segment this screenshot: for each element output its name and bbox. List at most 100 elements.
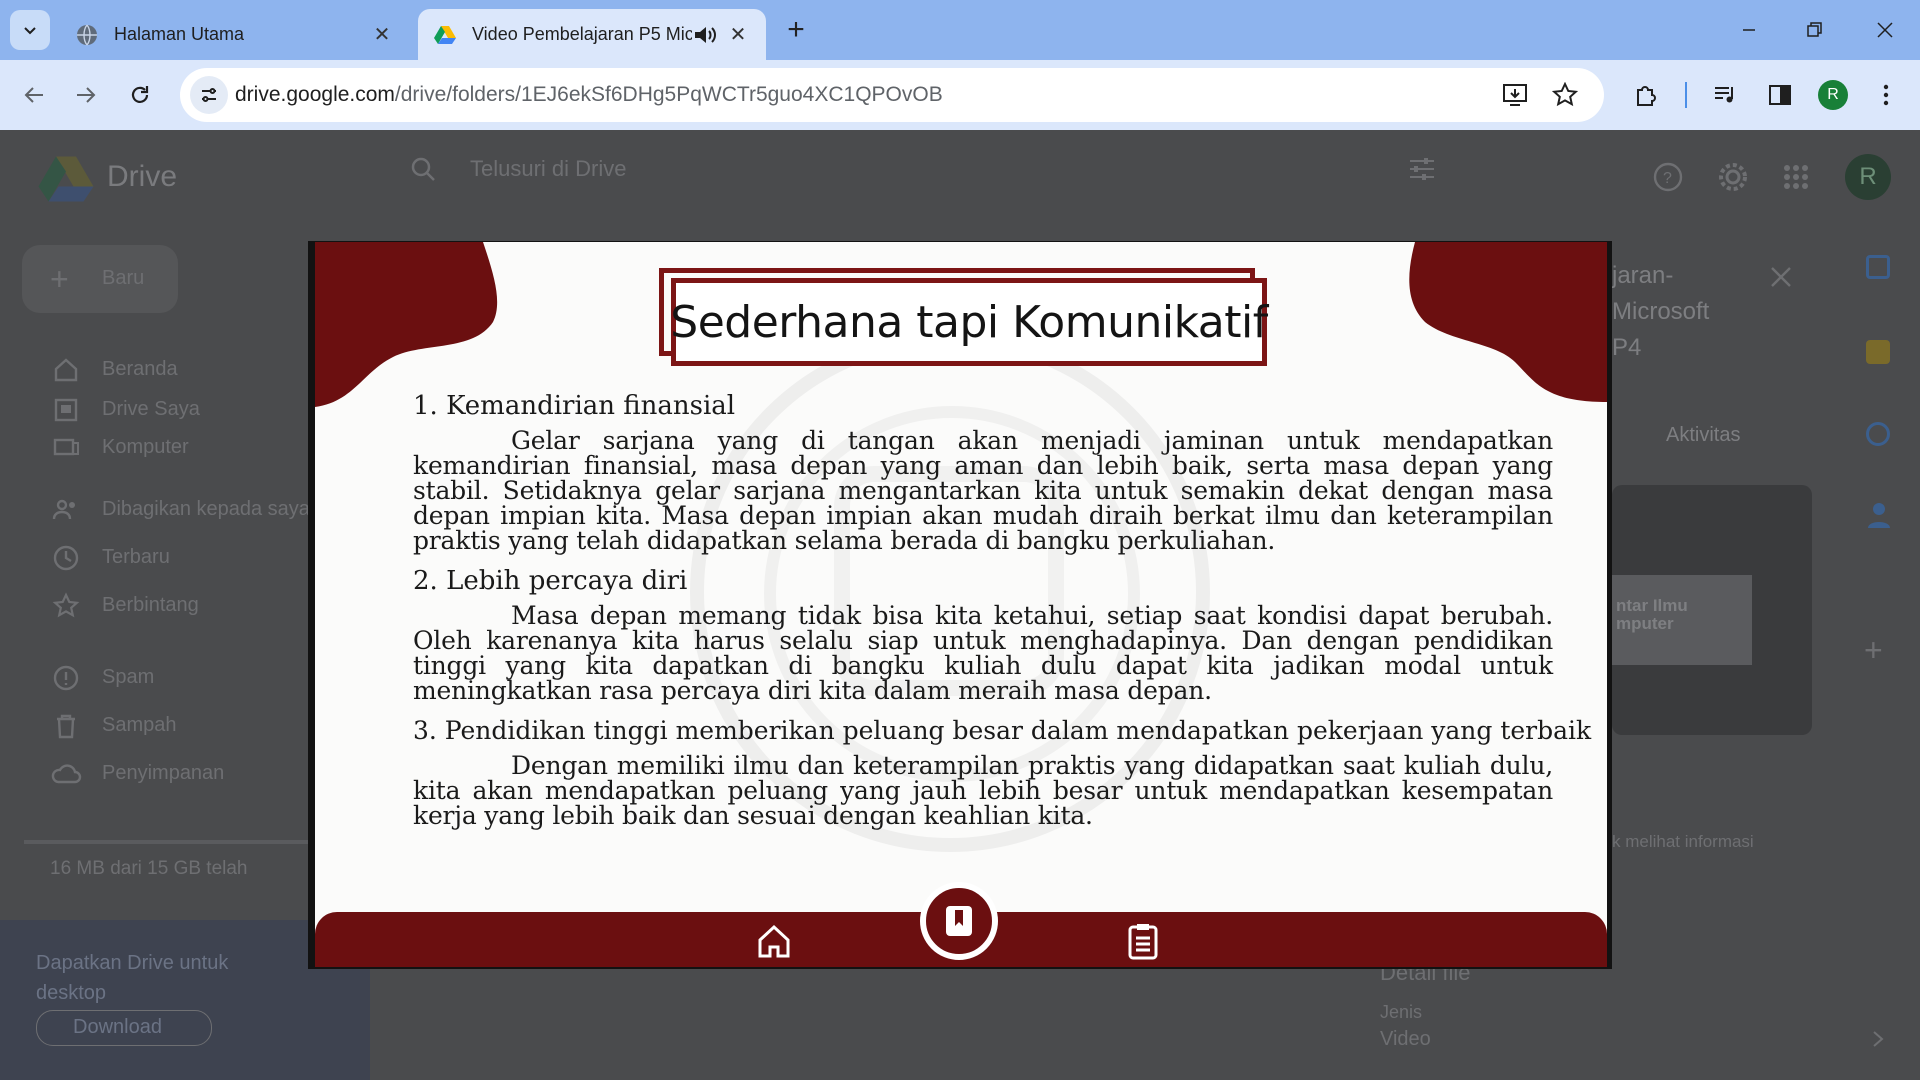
clipboard-icon[interactable]	[1125, 922, 1161, 960]
globe-icon	[77, 24, 97, 45]
minimize-icon	[1743, 29, 1755, 31]
tab-aktivitas[interactable]: Aktivitas	[1666, 424, 1740, 447]
home-icon	[54, 358, 78, 382]
bookmark-button[interactable]	[920, 882, 998, 960]
storage-text: 16 MB dari 15 GB telah	[50, 858, 248, 879]
thumbnail-caption: ntar Ilmu mputer	[1616, 596, 1688, 633]
home-icon[interactable]	[756, 922, 792, 960]
account-avatar[interactable]: R	[1845, 154, 1891, 200]
storage-bar	[24, 840, 310, 844]
browser-menu-button[interactable]	[1866, 75, 1906, 115]
drive-icon	[54, 398, 78, 422]
type-label: Jenis	[1380, 1002, 1423, 1022]
arrow-right-icon	[77, 87, 96, 103]
section-heading: 2. Lebih percaya diri	[413, 566, 688, 596]
close-window-button[interactable]	[1860, 10, 1910, 50]
search-placeholder: Telusuri di Drive	[470, 156, 627, 181]
reload-button[interactable]	[120, 75, 160, 115]
new-button-label: Baru	[102, 267, 145, 289]
contacts-icon[interactable]	[1868, 502, 1890, 528]
new-tab-button[interactable]: +	[780, 14, 812, 46]
new-button[interactable]: + Baru	[22, 245, 178, 313]
toolbar-divider	[1685, 82, 1687, 108]
close-icon[interactable]	[1770, 266, 1792, 288]
section-heading: 3. Pendidikan tinggi memberikan peluang …	[413, 716, 1592, 745]
extensions-button[interactable]	[1626, 75, 1666, 115]
reload-icon	[131, 86, 149, 103]
tab-search-button[interactable]	[10, 10, 50, 50]
settings-gear-icon[interactable]	[1718, 162, 1748, 192]
back-button[interactable]	[14, 75, 54, 115]
minimize-button[interactable]	[1724, 10, 1774, 50]
url-text[interactable]: drive.google.com/drive/folders/1EJ6ekSf6…	[235, 68, 943, 122]
tab-video-pembelajaran[interactable]: Video Pembelajaran P5 Microsoft ✕	[418, 9, 766, 60]
close-icon[interactable]: ✕	[726, 22, 750, 47]
cloud-icon	[51, 764, 82, 784]
restore-button[interactable]	[1790, 10, 1840, 50]
url-path: /drive/folders/1EJ6ekSf6DHg5PqWCTr5guo4X…	[394, 83, 943, 106]
plus-icon[interactable]: +	[1864, 632, 1883, 669]
chevron-down-icon	[24, 27, 36, 35]
promo-text: Dapatkan Drive untuk desktop	[36, 952, 229, 1004]
slide-content: 1. Kemandirian finansial Gelar sarjana y…	[413, 390, 1592, 840]
side-panel-button[interactable]	[1760, 75, 1800, 115]
star-icon	[52, 592, 80, 618]
sidebar-item-label: Berbintang	[102, 594, 199, 616]
drive-title: Drive	[107, 160, 178, 193]
bookmark-star-icon[interactable]	[1551, 81, 1579, 113]
file-thumbnail: ntar Ilmu mputer	[1612, 485, 1812, 735]
sidebar-item-label: Komputer	[102, 436, 189, 458]
sidebar-item-label: Penyimpanan	[102, 762, 225, 784]
sidebar-item-label: Terbaru	[102, 546, 170, 568]
media-queue-icon	[1715, 87, 1733, 103]
section-heading: 1. Kemandirian finansial	[413, 391, 736, 421]
tab-title: Video Pembelajaran P5 Microsoft	[472, 24, 692, 44]
forward-button[interactable]	[66, 75, 106, 115]
trash-icon	[57, 714, 75, 739]
more-vert-icon	[1883, 84, 1889, 106]
side-panel-icon	[1769, 85, 1791, 105]
info-hint: k melihat informasi	[1612, 832, 1754, 851]
details-file-title-line: jaran-	[1612, 262, 1674, 289]
close-icon	[1877, 22, 1893, 38]
help-icon[interactable]: ?	[1653, 162, 1683, 192]
chevron-right-icon[interactable]	[1872, 1030, 1884, 1048]
sidebar-item-label: Dibagikan kepada saya	[102, 498, 308, 520]
speaker-icon[interactable]	[692, 24, 718, 46]
puzzle-icon	[1637, 86, 1656, 106]
media-controls-button[interactable]	[1705, 75, 1745, 115]
browser-toolbar: drive.google.com/drive/folders/1EJ6ekSf6…	[0, 60, 1920, 130]
spam-icon	[53, 665, 79, 691]
sidebar-item-label: Beranda	[102, 358, 178, 380]
clock-icon	[53, 545, 79, 571]
address-bar[interactable]: drive.google.com/drive/folders/1EJ6ekSf6…	[180, 68, 1604, 122]
google-drive-icon	[434, 25, 456, 44]
tune-icon[interactable]	[1408, 156, 1436, 182]
search-icon	[411, 157, 435, 181]
tasks-icon[interactable]	[1866, 422, 1890, 446]
bookmark-icon	[946, 906, 972, 936]
people-icon	[52, 499, 75, 520]
tab-halaman-utama[interactable]: Halaman Utama ✕	[60, 9, 410, 60]
section-body: Dengan memiliki ilmu dan keterampilan pr…	[413, 751, 1553, 830]
arrow-left-icon	[24, 87, 43, 103]
svg-text:?: ?	[1663, 170, 1672, 187]
type-value: Video	[1380, 1028, 1431, 1050]
corner-blob-right	[1409, 242, 1607, 402]
drive-search-bar[interactable]: Telusuri di Drive	[392, 144, 1462, 194]
install-app-icon[interactable]	[1502, 82, 1528, 113]
calendar-icon[interactable]	[1866, 255, 1890, 279]
download-button[interactable]: Download	[36, 1010, 212, 1046]
apps-grid-icon[interactable]	[1783, 164, 1809, 190]
profile-button[interactable]: R	[1813, 75, 1853, 115]
avatar: R	[1818, 80, 1848, 110]
keep-icon[interactable]	[1866, 340, 1890, 364]
details-file-title-line: Microsoft	[1612, 298, 1710, 325]
computer-icon	[53, 438, 79, 456]
sidebar-item-label: Drive Saya	[102, 398, 200, 420]
site-settings-icon[interactable]	[190, 76, 228, 114]
slide-title: Sederhana tapi Komunikatif	[670, 296, 1268, 348]
video-player[interactable]: Sederhana tapi Komunikatif 1. Kemandiria…	[315, 242, 1607, 967]
close-icon[interactable]: ✕	[370, 22, 394, 47]
section-body: Masa depan memang tidak bisa kita ketahu…	[413, 601, 1553, 705]
